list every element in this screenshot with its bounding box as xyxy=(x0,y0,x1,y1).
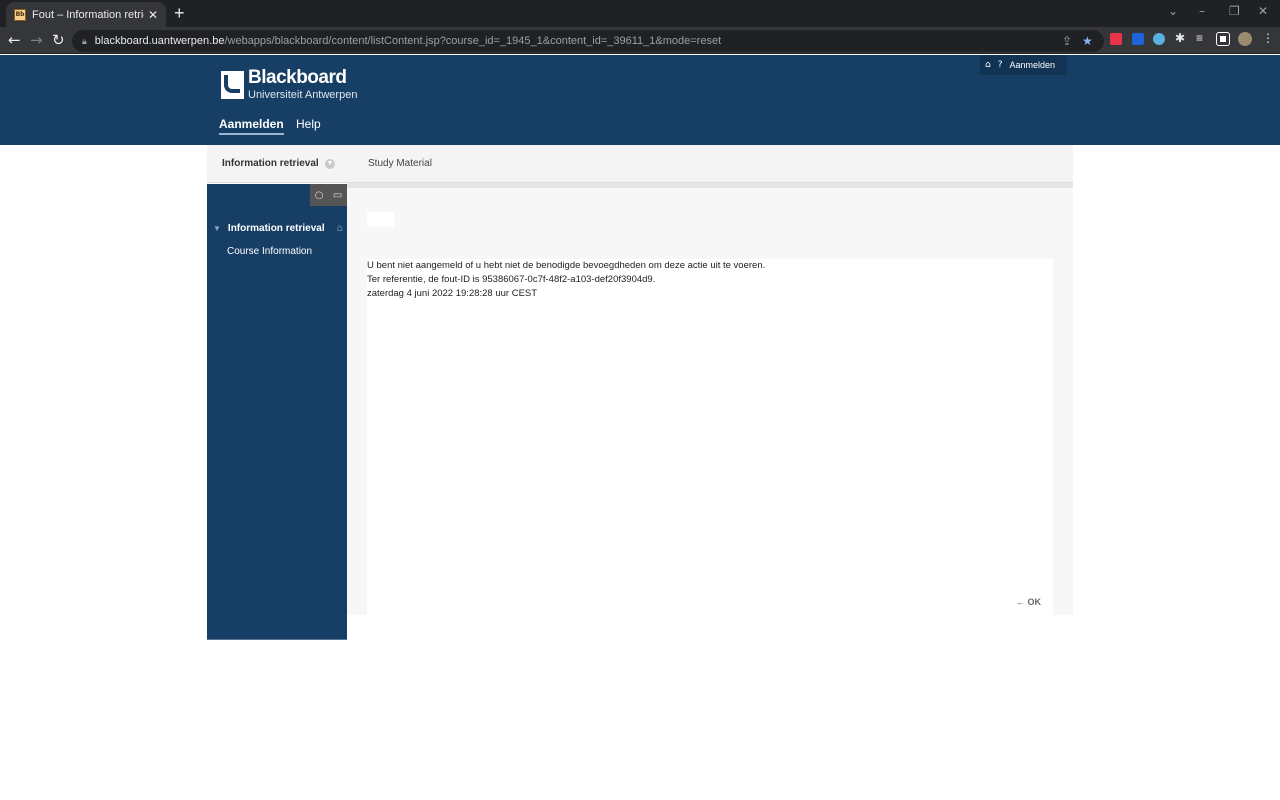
blackboard-favicon-icon: Bb xyxy=(14,8,26,21)
folder-view-icon[interactable]: ▭ xyxy=(333,190,342,201)
sidebar-item-course-information[interactable]: Course Information xyxy=(227,246,312,257)
page-title xyxy=(367,212,394,227)
blue-extension-icon[interactable] xyxy=(1132,33,1144,45)
side-panel-icon[interactable] xyxy=(1216,32,1230,46)
breadcrumb-course[interactable]: Information retrieval xyxy=(222,158,319,169)
help-icon[interactable]: ? xyxy=(998,60,1003,70)
course-menu-title[interactable]: Information retrieval xyxy=(228,223,337,234)
chevron-down-icon[interactable]: ▼ xyxy=(325,159,335,169)
bookmark-star-icon[interactable]: ★ xyxy=(1082,34,1093,48)
menu-kebab-icon[interactable]: ⋮ xyxy=(1262,31,1274,45)
lock-icon: 🔒︎ xyxy=(82,35,87,46)
error-reference: Ter referentie, de fout-ID is 95386067-0… xyxy=(367,274,656,285)
url-host: blackboard.uantwerpen.be xyxy=(94,35,225,47)
new-tab-button[interactable]: + xyxy=(174,4,185,22)
menu-toolbar: ○ ▭ xyxy=(310,184,347,206)
breadcrumb: Information retrieval ▼ Study Material xyxy=(207,145,1073,183)
course-menu-header: ▼ Information retrieval ⌂ xyxy=(213,223,347,234)
blackboard-logo-icon[interactable] xyxy=(221,71,244,99)
puzzle-icon[interactable]: ✱ xyxy=(1175,31,1187,45)
course-menu: ○ ▭ ▼ Information retrieval ⌂ Course Inf… xyxy=(207,184,347,640)
browser-tabstrip: Bb Fout – Information retrieval ✕ + ⌄ – … xyxy=(0,0,1280,27)
error-message: U bent niet aangemeld of u hebt niet de … xyxy=(367,259,1053,615)
tab-title: Fout – Information retrieval xyxy=(32,8,144,21)
back-icon[interactable]: ← xyxy=(8,31,21,49)
cloud-extension-icon[interactable] xyxy=(1153,33,1165,45)
ok-button[interactable]: ← OK xyxy=(1016,597,1041,607)
url-path: /webapps/blackboard/content/listContent.… xyxy=(224,35,722,47)
tab-search-icon[interactable]: ⌄ xyxy=(1168,4,1178,18)
error-timestamp: zaterdag 4 juni 2022 19:28:28 uur CEST xyxy=(367,288,538,299)
restore-icon[interactable]: ❐ xyxy=(1229,4,1240,18)
collapse-caret-icon[interactable]: ▼ xyxy=(213,224,221,233)
refresh-icon[interactable]: ○ xyxy=(315,190,324,201)
breadcrumb-page: Study Material xyxy=(368,158,432,169)
close-window-icon[interactable]: ✕ xyxy=(1258,4,1268,18)
utility-bar: ⌂ ? Aanmelden xyxy=(980,55,1067,75)
reload-icon[interactable]: ↻ xyxy=(52,31,65,49)
red-extension-icon[interactable] xyxy=(1110,33,1122,45)
home-icon[interactable]: ⌂ xyxy=(985,60,991,70)
logo-title[interactable]: Blackboard xyxy=(248,67,347,89)
login-link[interactable]: Aanmelden xyxy=(1010,60,1056,70)
browser-tab[interactable]: Bb Fout – Information retrieval ✕ xyxy=(6,2,166,27)
share-icon[interactable]: ⇪ xyxy=(1062,34,1072,48)
forward-icon[interactable]: → xyxy=(30,31,43,49)
close-tab-icon[interactable]: ✕ xyxy=(148,8,158,22)
minimize-icon[interactable]: – xyxy=(1199,4,1205,18)
site-header xyxy=(0,55,1280,145)
profile-avatar[interactable] xyxy=(1238,32,1252,46)
tab-aanmelden[interactable]: Aanmelden xyxy=(219,117,284,135)
course-home-icon[interactable]: ⌂ xyxy=(337,223,343,234)
address-bar[interactable]: 🔒︎ blackboard.uantwerpen.be/webapps/blac… xyxy=(72,30,1104,52)
reading-list-icon[interactable]: ≡ xyxy=(1196,31,1208,45)
tab-help[interactable]: Help xyxy=(296,117,321,131)
browser-toolbar: ← → ↻ 🔒︎ blackboard.uantwerpen.be/webapp… xyxy=(0,27,1280,54)
error-text: U bent niet aangemeld of u hebt niet de … xyxy=(367,260,766,271)
logo-subtitle: Universiteit Antwerpen xyxy=(248,89,358,101)
